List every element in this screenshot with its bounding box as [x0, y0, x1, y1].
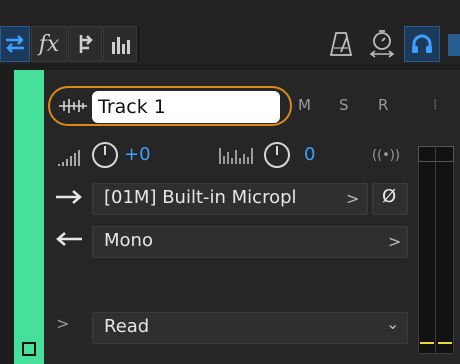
automation-chevron-icon: ⌄ [386, 314, 400, 333]
pan-icon [219, 148, 253, 164]
output-chevron-icon: > [388, 232, 402, 251]
routing-button[interactable] [68, 26, 102, 62]
swap-button[interactable] [0, 26, 30, 62]
volume-value[interactable]: +0 [124, 144, 151, 165]
input-arrow-icon [56, 190, 82, 204]
automation-mode-label: Read [104, 316, 150, 337]
metronome-icon [329, 32, 353, 56]
phase-icon: Ø [382, 186, 397, 207]
volume-knob[interactable] [92, 142, 118, 168]
levels-button[interactable] [103, 26, 137, 62]
pan-value[interactable]: 0 [304, 144, 315, 165]
expand-chevron-icon[interactable]: > [56, 314, 69, 333]
toolbar-divider [138, 26, 139, 62]
pan-knob[interactable] [264, 142, 290, 168]
monitor-icon[interactable]: ((•)) [372, 148, 400, 163]
output-label: Mono [104, 230, 153, 251]
toolbar-overflow [448, 34, 460, 56]
track-name-input[interactable] [92, 91, 280, 123]
volume-icon [58, 150, 80, 166]
input-chevron-icon: > [346, 189, 360, 208]
waveform-icon [59, 99, 87, 113]
monitor-button[interactable] [404, 26, 440, 62]
effects-button[interactable]: fx [31, 26, 67, 62]
level-meter-divider [435, 146, 436, 354]
clip-indicator[interactable] [418, 146, 454, 162]
swap-arrows-icon [6, 35, 24, 53]
output-arrow-icon [56, 232, 82, 246]
solo-button[interactable]: S [339, 96, 349, 114]
levels-icon [112, 37, 130, 54]
record-button[interactable]: R [378, 96, 388, 114]
stopwatch-icon [369, 30, 395, 58]
peak-marker-left [420, 342, 434, 344]
input-monitor-button[interactable]: I [433, 96, 437, 114]
peak-marker-right [438, 342, 452, 344]
fx-icon: fx [38, 31, 60, 57]
track-color-strip[interactable] [14, 70, 44, 364]
routing-icon [79, 35, 93, 53]
input-source-label: [01M] Built-in Micropl [104, 187, 297, 208]
metronome-button[interactable] [328, 30, 354, 58]
count-in-button[interactable] [368, 29, 396, 59]
mute-button[interactable]: M [298, 96, 311, 114]
level-meter [418, 146, 454, 354]
headphones-icon [412, 34, 432, 53]
track-select-checkbox[interactable] [22, 342, 36, 356]
